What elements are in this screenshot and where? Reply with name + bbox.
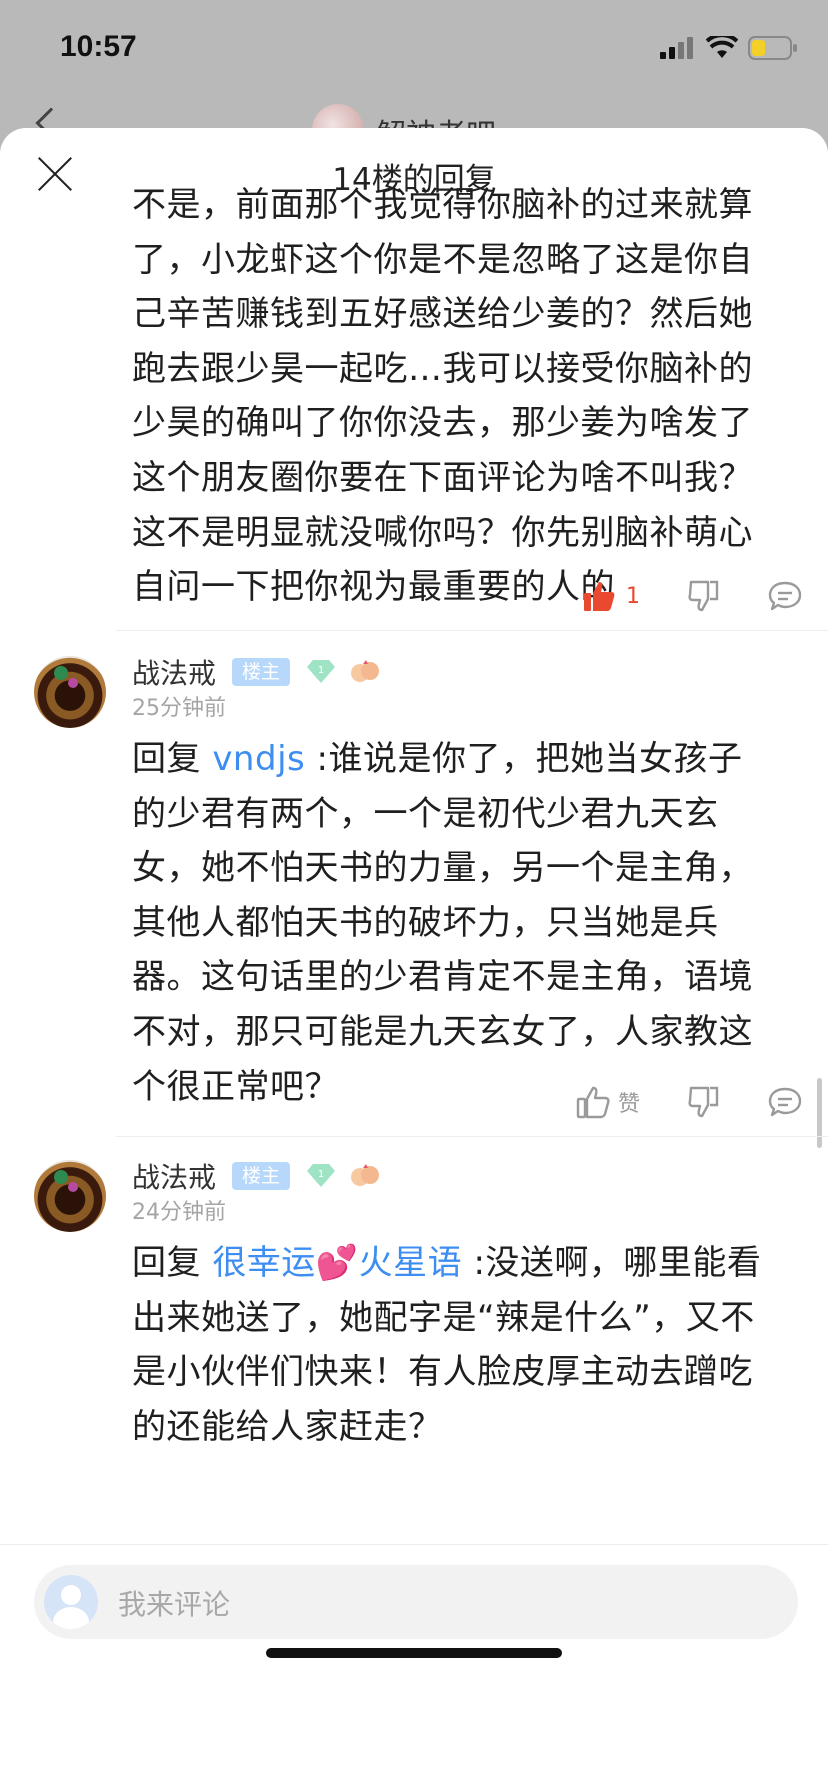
user-avatar-icon [44, 1575, 98, 1629]
wifi-icon [706, 36, 738, 58]
divider [116, 630, 828, 631]
input-placeholder: 我来评论 [118, 1588, 231, 1621]
text-line: 回复 vndjs :谁说是你了，把她当女孩子 [132, 739, 743, 779]
comment-button[interactable] [768, 574, 802, 618]
thumbs-down-icon [688, 580, 719, 612]
svg-text:1: 1 [318, 665, 324, 676]
thumbs-down-icon [688, 1086, 719, 1118]
like-label: 赞 [617, 1092, 640, 1117]
avatar[interactable] [34, 656, 106, 728]
text-line: 是小伙伴们快来！有人脸皮厚主动去蹭吃 [132, 1352, 753, 1393]
comment-body: 回复 vndjs :谁说是你了，把她当女孩子 的少君有两个，一个是初代少君九天玄… [132, 732, 796, 1114]
comment-input-bar: 我来评论 [0, 1544, 828, 1792]
comment-icon [768, 581, 802, 611]
op-badge: 楼主 [232, 1162, 291, 1190]
text-line: 的还能给人家赶走？ [132, 1406, 443, 1447]
comment-author[interactable]: 战法戒 [132, 1156, 216, 1196]
text-line: 回复 很幸运💕火星语 :没送啊，哪里能看 [132, 1243, 762, 1283]
text-line: 的少君有两个，一个是初代少君九天玄 [132, 793, 719, 834]
text-line: 这不是明显就没喊你吗？你先别脑补萌心 [132, 512, 753, 553]
text-line: 己辛苦赚钱到五好感送给少姜的？然后她 [132, 294, 753, 335]
text-line: 跑去跟少昊一起吃…我可以接受你脑补的 [132, 348, 753, 389]
like-button[interactable]: 赞 [576, 1080, 640, 1124]
main-post-text: 不是，前面那个我觉得你脑补的过来就算 了，小龙虾这个你是不是忽略了这是你自 己辛… [132, 178, 796, 615]
text-line: 出来她送了，她配字是“辣是什么”，又不 [132, 1297, 755, 1338]
fist-bump-icon [351, 1164, 379, 1186]
status-icons [660, 36, 798, 60]
op-badge: 楼主 [232, 658, 291, 686]
like-button[interactable]: 1 [582, 574, 640, 618]
comment-body: 回复 很幸运💕火星语 :没送啊，哪里能看 出来她送了，她配字是“辣是什么”，又不… [132, 1236, 796, 1454]
diamond-level-icon: 1 [307, 1164, 335, 1187]
reply-mention[interactable]: vndjs [212, 739, 305, 779]
scrollbar[interactable] [817, 1078, 822, 1148]
text-line: 少昊的确叫了你你没去，那少姜为啥发了 [132, 403, 753, 444]
text-line: 了，小龙虾这个你是不是忽略了这是你自 [132, 239, 753, 280]
dislike-button[interactable] [688, 1080, 720, 1124]
diamond-level-icon: 1 [307, 660, 335, 683]
text-line: 女，她不怕天书的力量，另一个是主角， [132, 848, 753, 889]
text-line: 不对，那只可能是九天玄女了，人家教这 [132, 1011, 753, 1052]
comment-author[interactable]: 战法戒 [132, 652, 216, 692]
thumbs-up-icon [576, 1086, 610, 1119]
text-line: 不是，前面那个我觉得你脑补的过来就算 [132, 185, 753, 225]
reply-sheet: 14楼的回复 不是，前面那个我觉得你脑补的过来就算 了，小龙虾这个你是不是忽略了… [0, 128, 828, 1792]
battery-icon [748, 36, 797, 60]
fist-bump-icon [351, 660, 379, 682]
main-post-actions: 1 [534, 574, 802, 618]
signal-icon [660, 37, 693, 59]
svg-text:1: 1 [318, 1169, 324, 1180]
comment-icon [768, 1087, 802, 1117]
comment-timestamp: 25分钟前 [132, 696, 226, 721]
comment-button[interactable] [768, 1080, 802, 1124]
dislike-button[interactable] [688, 574, 720, 618]
comment-actions: 赞 [528, 1080, 802, 1124]
home-indicator[interactable] [266, 1648, 562, 1658]
reply-mention[interactable]: 很幸运💕火星语 [212, 1243, 462, 1283]
text-line: 其他人都怕天书的破坏力，只当她是兵 [132, 902, 719, 943]
comment-input[interactable]: 我来评论 [34, 1565, 798, 1639]
status-time: 10:57 [60, 30, 137, 63]
thumbs-up-filled-icon [584, 582, 615, 611]
text-line: 器。这句话里的少君肯定不是主角，语境 [132, 957, 753, 998]
comment-timestamp: 24分钟前 [132, 1200, 226, 1225]
text-line: 这个朋友圈你要在下面评论为啥不叫我？ [132, 457, 753, 498]
avatar[interactable] [34, 1160, 106, 1232]
status-bar: 10:57 [0, 0, 828, 100]
like-count: 1 [626, 583, 640, 609]
divider [116, 1136, 828, 1137]
